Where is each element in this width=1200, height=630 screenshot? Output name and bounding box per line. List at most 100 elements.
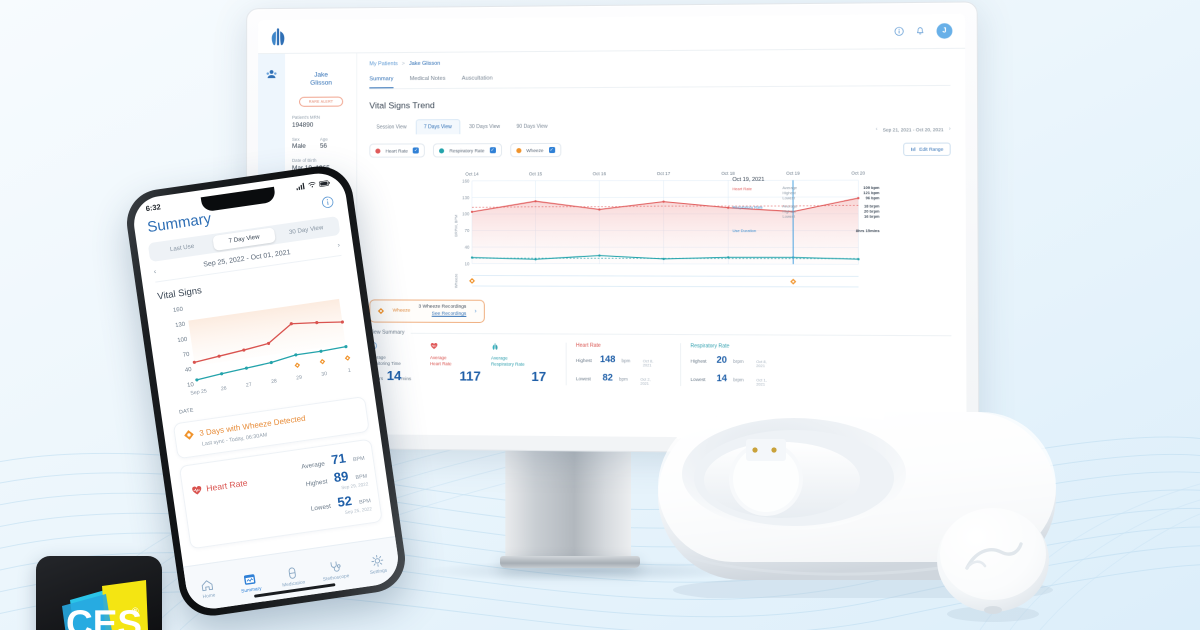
stat-rr-highest-label: Highest xyxy=(690,358,707,364)
tab-auscultation[interactable]: Auscultation xyxy=(462,76,493,88)
chart-wheeze-axis-label: Wheeze xyxy=(453,274,458,289)
summary-amt-mins-unit: mins xyxy=(401,376,412,382)
sliders-icon xyxy=(911,146,916,151)
phone-range-next[interactable]: › xyxy=(337,242,340,249)
range-next-button[interactable]: › xyxy=(949,126,951,132)
legend-heart-rate[interactable]: Heart Rate ✓ xyxy=(369,143,426,158)
gear-icon xyxy=(371,554,383,567)
tooltip-rr-low-value: 16 brpm xyxy=(864,214,880,219)
vital-signs-chart[interactable]: Oct 14 Oct 15 Oct 16 Oct 17 Oct 18 Oct 19 Oct … xyxy=(369,164,951,296)
battery-icon xyxy=(318,179,330,187)
svg-text:100: 100 xyxy=(462,212,470,217)
phone-tab-summary-label: Summary xyxy=(240,586,262,595)
mrn-value: 194890 xyxy=(292,121,314,129)
phone-heart-rate-card[interactable]: Heart Rate Average 71 BPM Highest 89 BPM… xyxy=(178,438,383,550)
stat-rr-lowest-date: Oct 1, 2021 xyxy=(756,378,767,387)
view-summary-header: View Summary xyxy=(369,330,952,339)
range-prev-button[interactable]: ‹ xyxy=(876,126,878,132)
phone-hr-highest-value: 89 xyxy=(332,468,350,486)
heart-rate-checkbox[interactable]: ✓ xyxy=(412,147,420,154)
bell-icon[interactable] xyxy=(915,27,925,36)
wheeze-diamond-icon xyxy=(377,307,385,315)
calendar-icon xyxy=(244,573,256,585)
tooltip-use-duration-label: Use Duration xyxy=(732,228,757,234)
seg-30-days-view[interactable]: 30 Days View xyxy=(462,120,507,134)
patients-icon[interactable] xyxy=(265,68,278,81)
phone-tab-settings[interactable]: Settings xyxy=(355,550,400,577)
svg-text:160: 160 xyxy=(173,307,184,314)
content-tabs: Summary Medical Notes Auscultation xyxy=(369,72,951,90)
svg-text:Oct 17: Oct 17 xyxy=(657,171,671,176)
series-legend: Heart Rate ✓ Respiratory Rate ✓ Wheeze ✓ xyxy=(369,141,951,158)
edit-range-button[interactable]: Edit Range xyxy=(903,142,951,156)
phone-hr-average-key: Average xyxy=(300,460,326,471)
age-label: Age xyxy=(319,136,328,142)
phone-tab-home[interactable]: Home xyxy=(185,575,230,602)
chart-y-axis-label: BRPM, BPM xyxy=(453,215,458,237)
phone-tab-summary[interactable]: Summary xyxy=(228,569,273,596)
phone-seg-7-day-view[interactable]: 7 Day View xyxy=(212,227,277,251)
stat-rr-highest-value: 20 xyxy=(716,354,727,365)
lungs-icon xyxy=(492,343,498,350)
wheeze-recordings-banner[interactable]: Wheeze 3 Wheeze Recordings See Recording… xyxy=(369,299,485,324)
phone-tab-settings-label: Settings xyxy=(369,568,388,576)
stat-hr-lowest-row: Lowest 82 bpm Oct 2, 2021 xyxy=(576,372,661,386)
breadcrumb-root[interactable]: My Patients xyxy=(369,61,397,67)
phone-range-prev[interactable]: ‹ xyxy=(153,268,156,275)
respiratory-rate-checkbox[interactable]: ✓ xyxy=(489,147,496,154)
phone-tab-medication[interactable]: Medication xyxy=(270,563,315,590)
summary-arr-number: 17 xyxy=(531,369,547,385)
tab-summary[interactable]: Summary xyxy=(369,76,394,89)
phone-vital-signs-chart[interactable]: 10 40 70 100 130 160 Sep 25 26 27 28 29 30 1 DATE xyxy=(154,279,366,417)
phone-seg-last-use[interactable]: Last Use xyxy=(150,236,214,260)
info-icon[interactable] xyxy=(321,195,335,209)
svg-text:30: 30 xyxy=(321,371,328,378)
svg-text:Oct 14: Oct 14 xyxy=(465,172,479,177)
see-recordings-link[interactable]: See Recordings xyxy=(418,311,467,318)
seg-7-days-view[interactable]: 7 Days View xyxy=(415,119,460,135)
legend-wheeze[interactable]: Wheeze ✓ xyxy=(509,142,561,158)
stat-hr-highest-unit: bpm xyxy=(621,358,631,364)
info-icon[interactable] xyxy=(894,27,904,36)
wheeze-banner-chevron[interactable]: › xyxy=(474,308,476,314)
svg-text:Oct 19: Oct 19 xyxy=(786,171,800,176)
summary-metrics: Average Monitoring Time 8hrs 14mins xyxy=(369,342,951,388)
svg-text:10: 10 xyxy=(187,382,195,389)
tab-medical-notes[interactable]: Medical Notes xyxy=(410,76,446,88)
svg-text:29: 29 xyxy=(296,375,303,382)
wheeze-checkbox[interactable]: ✓ xyxy=(548,146,555,154)
stat-hr-title: Heart Rate xyxy=(575,342,601,349)
stat-hr-highest-date: Oct 8, 2021 xyxy=(642,359,654,368)
svg-text:40: 40 xyxy=(185,367,193,374)
breadcrumb-separator: > xyxy=(401,61,405,68)
phone-page-title: Summary xyxy=(146,210,213,237)
phone-tab-stethoscope[interactable]: Stethoscope xyxy=(312,557,357,584)
legend-respiratory-rate[interactable]: Respiratory Rate ✓ xyxy=(433,143,502,158)
stat-block-heart-rate: Heart Rate Highest 148 bpm Oct 8, 2021 L… xyxy=(576,343,671,386)
svg-text:100: 100 xyxy=(177,337,188,344)
avatar[interactable]: J xyxy=(936,23,953,39)
monitor-stand-neck xyxy=(505,439,632,559)
stat-rr-highest-unit: brpm xyxy=(733,358,744,364)
phone-tab-stethoscope-label: Stethoscope xyxy=(322,573,350,583)
ces-trademark: ® xyxy=(132,606,139,616)
home-icon xyxy=(202,579,214,591)
breadcrumb-current: Jake Glisson xyxy=(408,60,441,68)
stat-rr-title: Respiratory Rate xyxy=(690,343,730,350)
svg-text:40: 40 xyxy=(465,245,470,250)
ces-logo-text: CES xyxy=(66,603,142,630)
summary-avg-heart-rate: Average Heart Rate 117 xyxy=(430,342,491,385)
seg-90-days-view[interactable]: 90 Days View xyxy=(509,120,554,134)
ces-logo: CES ® xyxy=(62,580,148,630)
phone-seg-30-day-view[interactable]: 30 Day View xyxy=(274,218,338,242)
page-title: Vital Signs Trend xyxy=(369,100,435,111)
heart-rate-dot xyxy=(375,148,381,154)
stat-rr-lowest-label: Lowest xyxy=(690,376,706,383)
field-mrn: Patient's MRN 194890 xyxy=(292,115,350,129)
view-summary-label[interactable]: View Summary xyxy=(369,330,404,336)
chart-tooltip: Oct 19, 2021 Heart Rate Average 109 bpm … xyxy=(732,177,879,233)
status-badge: RARE ALERT xyxy=(299,96,344,107)
sex-label: Sex xyxy=(292,136,300,142)
seg-session-view[interactable]: Session View xyxy=(369,120,413,134)
age-value: 56 xyxy=(319,142,328,150)
